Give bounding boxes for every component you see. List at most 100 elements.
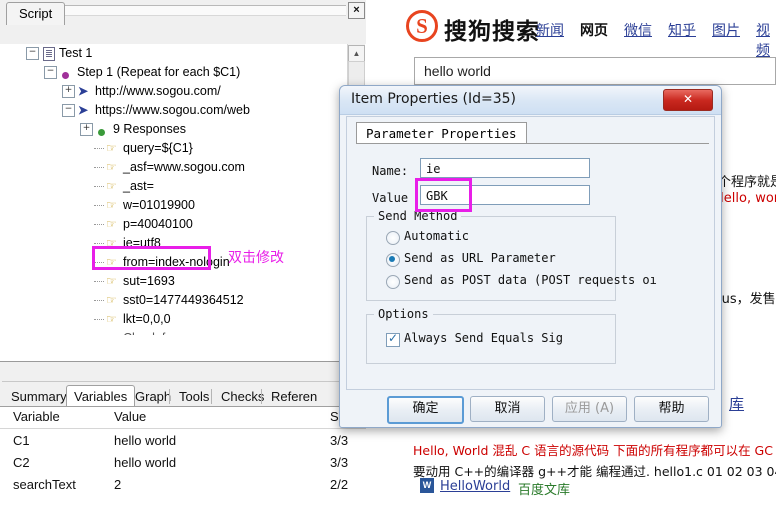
- parameter-key-icon: ☞: [106, 141, 117, 156]
- name-field[interactable]: [420, 158, 590, 178]
- tab-separator: [211, 389, 212, 404]
- tree-item-partial[interactable]: ☞Check for ...: [0, 329, 366, 335]
- name-field-value: ie: [426, 162, 441, 176]
- table-row[interactable]: C1 hello world 3/3: [0, 431, 366, 452]
- tree-expander-icon[interactable]: +: [80, 123, 93, 137]
- word-doc-icon: W: [420, 478, 434, 493]
- nav-link-wechat[interactable]: 微信: [624, 20, 652, 40]
- value-field-label: Value: [372, 191, 409, 205]
- table-row[interactable]: searchText 2 2/2: [0, 475, 366, 496]
- nav-link-video[interactable]: 视频: [756, 20, 776, 60]
- snippet-text-1: 个程序就是: [718, 175, 776, 190]
- tree-item-label: query=${C1}: [123, 141, 193, 156]
- item-properties-dialog: Item Properties (Id=35) ✕ Parameter Prop…: [339, 85, 722, 428]
- dialog-button-row: 确定 取消 应用 (A) 帮助: [340, 396, 721, 427]
- tree-item[interactable]: ☞ _asf=www.sogou.com: [0, 158, 366, 177]
- tree-expander-icon[interactable]: +: [62, 85, 75, 99]
- sogou-logo-icon: S: [406, 10, 438, 42]
- scroll-up-icon[interactable]: ▲: [348, 45, 365, 62]
- tab-referen[interactable]: Referen: [264, 387, 324, 406]
- parameter-key-icon: ☞: [106, 179, 117, 194]
- tab-script[interactable]: Script: [6, 2, 66, 25]
- column-header-variable: Variable: [13, 409, 60, 424]
- parameter-key-icon: ☞: [106, 198, 117, 213]
- parameter-key-icon: ☞: [106, 217, 117, 232]
- tab-underline: [356, 143, 709, 144]
- cell-variable: searchText: [13, 477, 76, 492]
- tree-item[interactable]: ☞ sut=1693: [0, 272, 366, 291]
- tree-dot-connector: [94, 223, 104, 226]
- tab-checks[interactable]: Checks: [214, 387, 271, 406]
- tree-item[interactable]: ☞ p=40040100: [0, 215, 366, 234]
- radio-label-send-as-post-data: Send as POST data (POST requests oı: [404, 273, 657, 287]
- tree-item-label: w=01019900: [123, 198, 195, 213]
- request-arrow-icon: ➤: [78, 103, 89, 118]
- parameter-key-icon: ☞: [106, 312, 117, 327]
- result-doc-link[interactable]: HelloWorld: [440, 479, 510, 494]
- column-header-value: Value: [114, 409, 147, 424]
- radio-label-automatic: Automatic: [404, 229, 470, 243]
- tree-item[interactable]: ☞ _ast=: [0, 177, 366, 196]
- tree-item-label: https://www.sogou.com/web: [95, 103, 250, 118]
- snippet-text-3: lus，发售: [718, 292, 776, 307]
- tree-dot-connector: [94, 280, 104, 283]
- tree-item[interactable]: − Test 1: [0, 44, 366, 63]
- checkbox-label-always-send-equals-sign: Always Send Equals Sig: [404, 331, 563, 345]
- nav-link-news[interactable]: 新闻: [536, 20, 564, 40]
- tab-variables[interactable]: Variables: [66, 385, 136, 408]
- tree-dot-connector: [94, 166, 104, 169]
- tree-item[interactable]: + ➤ http://www.sogou.com/: [0, 82, 366, 101]
- step-dot-icon: [60, 66, 73, 80]
- script-tabrow: [0, 22, 366, 45]
- dialog-title: Item Properties (Id=35): [351, 91, 517, 107]
- tree-item[interactable]: − Step 1 (Repeat for each $C1): [0, 63, 366, 82]
- tree-item[interactable]: − ➤ https://www.sogou.com/web: [0, 101, 366, 120]
- parameter-key-icon: ☞: [106, 160, 117, 175]
- tab-summary[interactable]: Summary: [4, 387, 74, 406]
- help-button[interactable]: 帮助: [634, 396, 709, 422]
- cell-se: 3/3: [330, 455, 349, 470]
- tab-graph[interactable]: Graph: [128, 387, 178, 406]
- cell-variable: C2: [13, 455, 30, 470]
- tree-expander-icon[interactable]: −: [62, 104, 75, 118]
- options-legend: Options: [374, 307, 433, 321]
- cell-se: 2/2: [330, 477, 349, 492]
- tree-expander-icon[interactable]: −: [26, 47, 39, 61]
- tab-separator: [169, 389, 170, 404]
- cancel-button[interactable]: 取消: [470, 396, 545, 422]
- variables-table: Variable Value Se C1 hello world 3/3 C2 …: [0, 407, 366, 506]
- cell-se: 3/3: [330, 433, 349, 448]
- site-name: 搜狗搜索: [444, 19, 540, 45]
- nav-link-web[interactable]: 网页: [580, 20, 608, 40]
- splitter-inner: [2, 365, 364, 382]
- tree-item[interactable]: ☞ w=01019900: [0, 196, 366, 215]
- tree-item[interactable]: ☞ sst0=1477449364512: [0, 291, 366, 310]
- table-row[interactable]: C2 hello world 3/3: [0, 453, 366, 474]
- search-input-value: hello world: [424, 63, 491, 79]
- tree-item-label: Step 1 (Repeat for each $C1): [77, 65, 241, 80]
- script-tree[interactable]: − Test 1− Step 1 (Repeat for each $C1) + ➤ ht…: [0, 44, 366, 361]
- close-icon[interactable]: ✕: [663, 89, 713, 111]
- name-field-label: Name:: [372, 164, 409, 178]
- nav-link-zhihu[interactable]: 知乎: [668, 20, 696, 40]
- apply-button: 应用 (A): [552, 396, 627, 422]
- radio-send-as-url-parameter[interactable]: [386, 253, 400, 267]
- annotation-double-click: 双击修改: [228, 250, 284, 266]
- snippet-text-4[interactable]: 库: [729, 393, 744, 414]
- tab-parameter-properties[interactable]: Parameter Properties: [356, 122, 527, 144]
- result-line-2: 要动用 C++的编译器 g++才能 编程通过. hello1.c 01 02 0…: [413, 464, 776, 479]
- ok-button[interactable]: 确定: [387, 396, 464, 424]
- nav-link-images[interactable]: 图片: [712, 20, 740, 40]
- checkbox-always-send-equals-sign[interactable]: [386, 331, 400, 347]
- tree-item[interactable]: ☞ lkt=0,0,0: [0, 310, 366, 329]
- parameter-key-icon: ☞: [106, 274, 117, 289]
- radio-send-as-post-data[interactable]: [386, 275, 400, 289]
- tree-item[interactable]: +9 Responses: [0, 120, 366, 139]
- tree-expander-icon[interactable]: −: [44, 66, 57, 80]
- radio-automatic[interactable]: [386, 231, 400, 245]
- tree-item[interactable]: ☞ query=${C1}: [0, 139, 366, 158]
- tree-dot-connector: [94, 185, 104, 188]
- tree-item-label: _ast=: [123, 179, 154, 194]
- tab-tools[interactable]: Tools: [172, 387, 216, 406]
- close-icon[interactable]: ×: [348, 2, 365, 19]
